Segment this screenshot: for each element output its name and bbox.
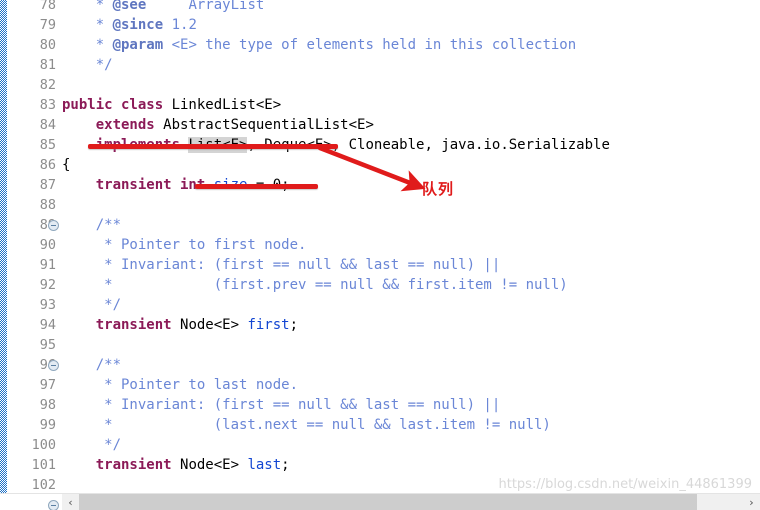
fold-collapse-icon[interactable] bbox=[48, 360, 59, 371]
fold-collapse-icon[interactable] bbox=[48, 220, 59, 231]
horizontal-scrollbar[interactable]: ‹ › bbox=[0, 493, 760, 510]
annotation-overlay: 队列 bbox=[0, 0, 760, 493]
watermark-text: https://blog.csdn.net/weixin_44861399 bbox=[498, 477, 752, 492]
scrollbar-thumb[interactable] bbox=[79, 494, 697, 510]
underline-implements-line bbox=[88, 144, 338, 149]
fold-collapse-icon[interactable] bbox=[48, 500, 59, 510]
editor-window: 7879808182838485868788899091929394959697… bbox=[0, 0, 760, 510]
underline-transient-size-line bbox=[195, 184, 318, 189]
scroll-left-arrow-icon[interactable]: ‹ bbox=[62, 494, 79, 510]
red-arrow bbox=[317, 145, 426, 192]
scroll-right-arrow-icon[interactable]: › bbox=[743, 494, 760, 510]
annotation-label-queue: 队列 bbox=[422, 180, 455, 198]
scrollbar-track[interactable] bbox=[79, 494, 743, 510]
